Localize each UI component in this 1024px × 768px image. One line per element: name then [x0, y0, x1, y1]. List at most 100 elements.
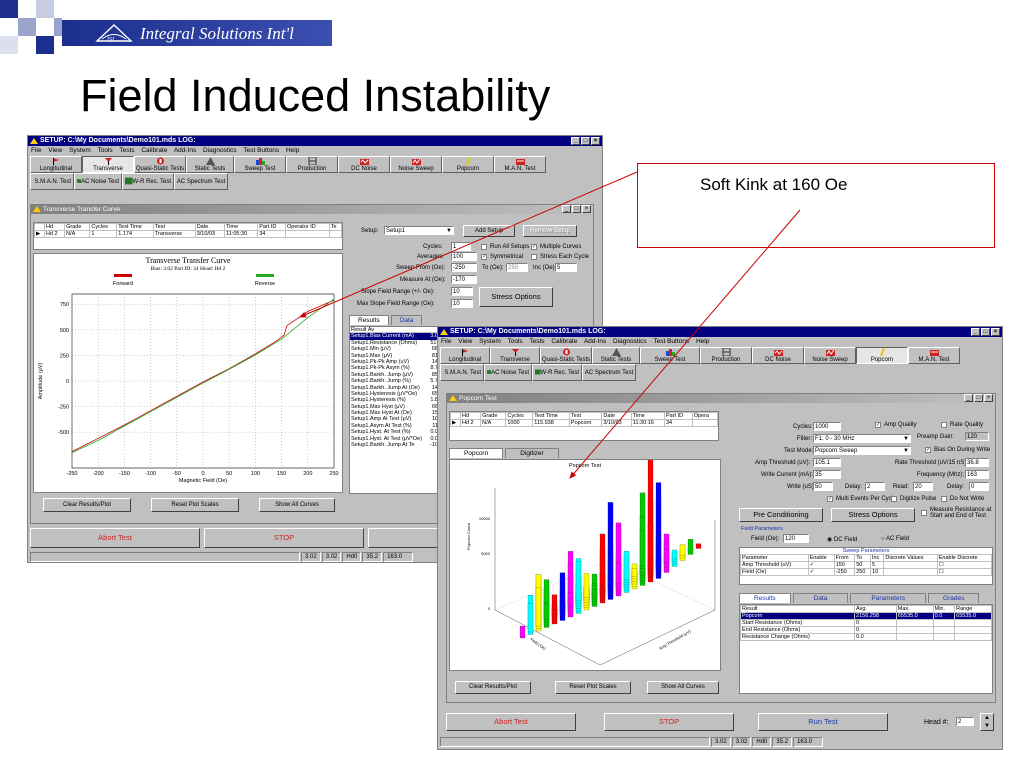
rate-threshold-input[interactable]: 36.8: [965, 458, 989, 467]
stress-options-button[interactable]: Stress Options: [479, 287, 553, 307]
menu-view[interactable]: View: [48, 147, 62, 154]
toolbar-ac-noise-button[interactable]: AC Noise Test: [484, 364, 532, 381]
toolbar-man-test-button[interactable]: M.A.N. Test: [908, 347, 960, 364]
toolbar-popcorn-button[interactable]: Popcorn: [442, 156, 494, 173]
do-not-write-checkbox[interactable]: [941, 496, 947, 502]
toolbar-dc-noise-button[interactable]: DC Noise: [752, 347, 804, 364]
maximize-button[interactable]: □: [572, 205, 581, 213]
menu-view[interactable]: View: [458, 338, 472, 345]
inc-input[interactable]: 5: [555, 263, 577, 272]
table-row[interactable]: End Resistance (Ohms) 0: [739, 626, 992, 634]
run-all-setups-checkbox[interactable]: [481, 244, 487, 250]
toolbar-sweep-button[interactable]: Sweep Test: [234, 156, 286, 173]
toolbar-static-button[interactable]: Static Tests: [186, 156, 234, 173]
table-row[interactable]: Start Resistance (Ohms) 0: [739, 619, 992, 627]
maximize-button[interactable]: □: [981, 328, 990, 336]
menu-test-buttons[interactable]: Test Buttons: [243, 147, 279, 154]
sweep-from-input[interactable]: -250: [451, 263, 477, 272]
menu-help[interactable]: Help: [696, 338, 709, 345]
reset-plot-scales-button[interactable]: Reset Plot Scales: [151, 498, 239, 512]
minimize-button[interactable]: _: [571, 137, 580, 145]
close-button[interactable]: ×: [591, 137, 600, 145]
measure-at-input[interactable]: -170: [451, 275, 477, 284]
averages-input[interactable]: 100: [451, 252, 477, 261]
close-button[interactable]: ×: [984, 394, 993, 402]
digitize-pulse-checkbox[interactable]: [891, 496, 897, 502]
toolbar-noise-sweep-button[interactable]: Noise Sweep: [390, 156, 442, 173]
table-row[interactable]: Popcorn 2156.258 65535.0 0.0 65535.0: [739, 612, 992, 620]
toolbar-longitudinal-button[interactable]: Longitudinal: [30, 156, 82, 173]
table-row[interactable]: Field (Oe) ✓ -250 250 10 ☐: [740, 568, 993, 576]
toolbar-transverse-button[interactable]: Transverse: [490, 347, 540, 364]
slope-range-input[interactable]: 10: [451, 287, 473, 296]
menu-system[interactable]: System: [69, 147, 91, 154]
menu-tools[interactable]: Tools: [97, 147, 112, 154]
stress-options-button[interactable]: Stress Options: [831, 508, 915, 522]
menu-help[interactable]: Help: [286, 147, 299, 154]
abort-test-button[interactable]: Abort Test: [446, 713, 576, 731]
amp-quality-checkbox[interactable]: ✓: [875, 422, 881, 428]
tab-digitizer[interactable]: Digitizer: [505, 448, 559, 458]
toolbar-production-button[interactable]: Production: [286, 156, 338, 173]
frequency-input[interactable]: 163: [965, 470, 989, 479]
toolbar-quasi-static-button[interactable]: Quasi-Static Tests: [134, 156, 186, 173]
tab-parameters[interactable]: Parameters: [850, 593, 927, 603]
toolbar-noise-sweep-button[interactable]: Noise Sweep: [804, 347, 856, 364]
toolbar-man-test-button[interactable]: M.A.N. Test: [494, 156, 546, 173]
tab-results[interactable]: Results: [739, 593, 791, 603]
show-all-curves-button[interactable]: Show All Curves: [259, 498, 335, 512]
delay-input[interactable]: 2: [865, 482, 885, 491]
menu-file[interactable]: File: [441, 338, 451, 345]
write-current-input[interactable]: 35: [813, 470, 841, 479]
minimize-button[interactable]: _: [562, 205, 571, 213]
amp-threshold-input[interactable]: 105.1: [813, 458, 841, 467]
menu-diagnostics[interactable]: Diagnostics: [613, 338, 647, 345]
table-row[interactable]: ▶ Hd 2 N/A 1 1.174 Transverse 3/10/03 11…: [34, 230, 343, 238]
tab-results[interactable]: Results: [349, 315, 389, 325]
toolbar-wr-rec-button[interactable]: W-R Rec. Test: [122, 173, 174, 190]
menu-calibrate[interactable]: Calibrate: [141, 147, 167, 154]
minimize-button[interactable]: _: [964, 394, 973, 402]
tab-data[interactable]: Data: [390, 315, 423, 325]
pre-conditioning-button[interactable]: Pre Conditioning: [739, 508, 823, 522]
minimize-button[interactable]: _: [971, 328, 980, 336]
head-spinner[interactable]: ▲ ▼: [980, 713, 994, 731]
table-row[interactable]: Amp Threshold (uV) ✓ 150 50 5 ☐: [740, 561, 993, 569]
menu-addins[interactable]: Add-Ins: [584, 338, 606, 345]
table-row[interactable]: Resistance Change (Ohms) 0.0: [739, 633, 992, 641]
show-all-curves-button[interactable]: Show All Curves: [647, 681, 719, 694]
maximize-button[interactable]: □: [974, 394, 983, 402]
close-button[interactable]: ×: [991, 328, 1000, 336]
menu-test-buttons[interactable]: Test Buttons: [653, 338, 689, 345]
symmetrical-checkbox[interactable]: ✓: [481, 254, 487, 260]
menu-addins[interactable]: Add-Ins: [174, 147, 196, 154]
tab-popcorn[interactable]: Popcorn: [449, 448, 504, 458]
clear-results-button[interactable]: Clear Results/Plot: [43, 498, 131, 512]
toolbar-ac-spectrum-button[interactable]: AC Spectrum Test: [582, 364, 636, 381]
to-input[interactable]: 250: [506, 263, 528, 272]
dc-field-radio[interactable]: ◉ DC Field: [827, 536, 857, 543]
rate-quality-checkbox[interactable]: [941, 422, 947, 428]
multiple-curves-checkbox[interactable]: ✓: [531, 244, 537, 250]
setup-select[interactable]: Setup1 ▼: [384, 226, 454, 235]
reset-plot-scales-button[interactable]: Reset Plot Scales: [555, 681, 631, 694]
toolbar-dc-noise-button[interactable]: DC Noise: [338, 156, 390, 173]
toolbar-longitudinal-button[interactable]: Longitudinal: [440, 347, 490, 364]
stop-button[interactable]: STOP: [204, 528, 364, 548]
toolbar-popcorn-button[interactable]: Popcorn: [856, 347, 908, 364]
multi-events-checkbox[interactable]: ✓: [827, 496, 833, 502]
filter-select[interactable]: F1: 0 - 30 MHz ▼: [813, 434, 911, 443]
table-row[interactable]: ▶ Hd 2 N/A 1000 115.938 Popcorn 3/10/03 …: [450, 419, 719, 427]
menu-tests[interactable]: Tests: [119, 147, 134, 154]
add-setup-button[interactable]: Add Setup: [463, 225, 515, 237]
menu-diagnostics[interactable]: Diagnostics: [203, 147, 237, 154]
abort-test-button[interactable]: Abort Test: [30, 528, 200, 548]
field-input[interactable]: 120: [783, 534, 809, 543]
menu-system[interactable]: System: [479, 338, 501, 345]
head-input[interactable]: 2: [956, 717, 974, 726]
toolbar-ac-spectrum-button[interactable]: AC Spectrum Test: [174, 173, 228, 190]
toolbar-ac-noise-button[interactable]: AC Noise Test: [74, 173, 122, 190]
grid-cell[interactable]: ✓: [807, 561, 835, 569]
tab-data[interactable]: Data: [792, 593, 849, 603]
toolbar-wr-rec-button[interactable]: W-R Rec. Test: [532, 364, 582, 381]
